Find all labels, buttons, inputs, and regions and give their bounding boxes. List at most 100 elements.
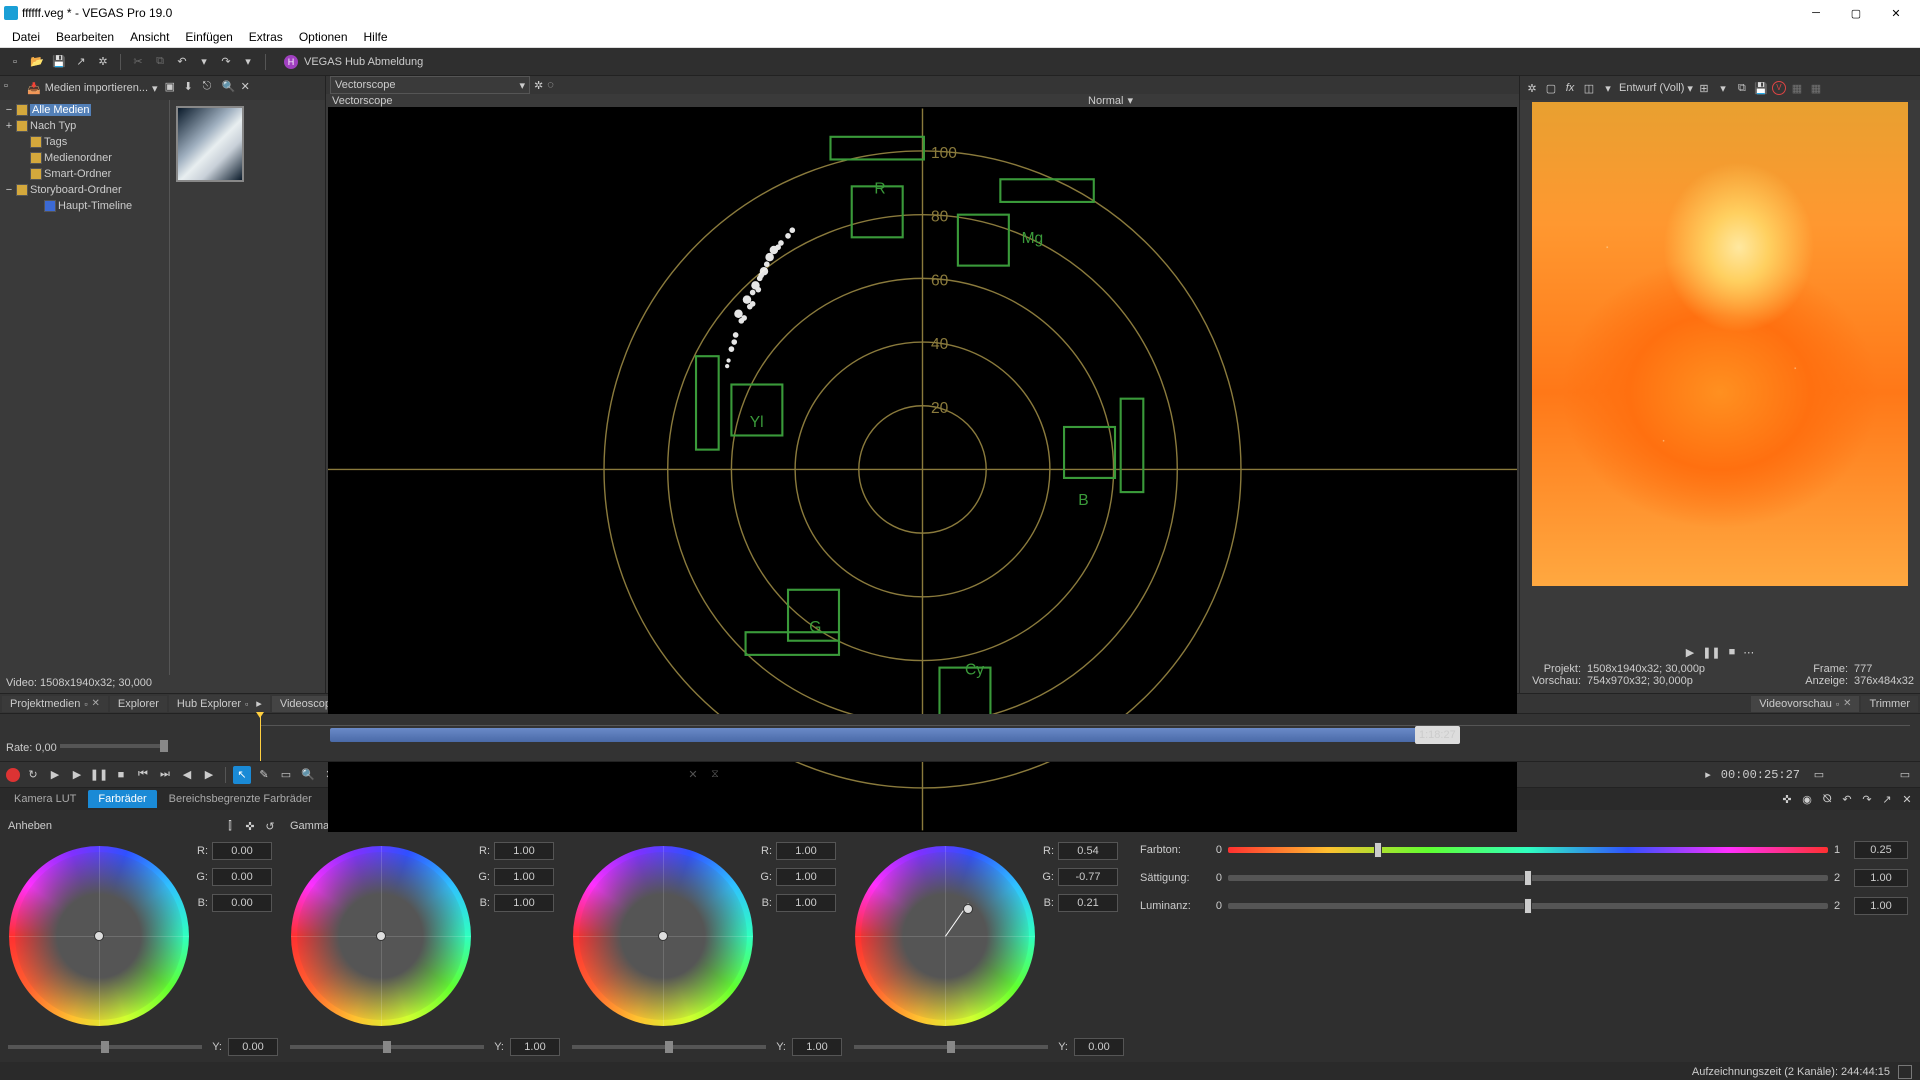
wheel-handle[interactable]: [94, 931, 104, 941]
tree-item-haupt-timeline[interactable]: Haupt-Timeline: [2, 198, 167, 214]
scope-settings-icon[interactable]: ✲: [534, 79, 543, 92]
preview-fx-icon[interactable]: fx: [1562, 80, 1578, 96]
wheel-handle[interactable]: [658, 931, 668, 941]
tab-bereichsbegrenzte[interactable]: Bereichsbegrenzte Farbräder: [159, 790, 322, 808]
cut-icon[interactable]: ✂: [129, 53, 147, 71]
pin-icon[interactable]: ▫: [245, 699, 248, 709]
timeline-playhead[interactable]: [260, 714, 261, 761]
hsl-value[interactable]: 1.00: [1854, 897, 1908, 915]
preview-split-icon[interactable]: ◫: [1581, 80, 1597, 96]
timeline-strip[interactable]: 1:18:27 Rate: 0,00: [0, 714, 1920, 762]
expander-icon[interactable]: −: [4, 104, 14, 116]
next-frame-button[interactable]: ▶: [200, 766, 218, 784]
maximize-button[interactable]: ▢: [1836, 0, 1876, 26]
tree-item-storyboard-ordner[interactable]: − Storyboard-Ordner: [2, 182, 167, 198]
redo-icon[interactable]: ↷: [217, 53, 235, 71]
y-slider[interactable]: [854, 1045, 1048, 1049]
timeline-clip[interactable]: [330, 728, 1420, 742]
status-box-icon[interactable]: [1898, 1065, 1912, 1079]
color-wheel[interactable]: [573, 846, 753, 1026]
tree-item-tags[interactable]: Tags: [2, 134, 167, 150]
menu-extras[interactable]: Extras: [241, 28, 291, 46]
pause-button[interactable]: ❚❚: [1702, 646, 1720, 659]
y-value[interactable]: 1.00: [510, 1038, 560, 1056]
more-button[interactable]: ⋯: [1743, 646, 1754, 659]
maximize-track-icon[interactable]: ▭: [1896, 766, 1914, 784]
tab-videovorschau[interactable]: Videovorschau▫✕: [1751, 696, 1859, 712]
grading-close-icon[interactable]: ✕: [1898, 790, 1916, 808]
b-value[interactable]: 1.00: [494, 894, 554, 912]
preview-external-icon[interactable]: ▢: [1543, 80, 1559, 96]
grading-export-icon[interactable]: ↗: [1878, 790, 1896, 808]
media-preview-icon[interactable]: ▫: [4, 80, 20, 96]
normal-edit-tool[interactable]: ↖: [233, 766, 251, 784]
tab-farbraeder[interactable]: Farbräder: [88, 790, 156, 808]
r-value[interactable]: 0.54: [1058, 842, 1118, 860]
b-value[interactable]: 1.00: [776, 894, 836, 912]
stop-button[interactable]: ■: [1729, 646, 1736, 658]
close-button[interactable]: ✕: [1876, 0, 1916, 26]
pin-icon[interactable]: ▫: [1836, 699, 1839, 709]
preview-image[interactable]: [1532, 102, 1908, 586]
tab-trimmer[interactable]: Trimmer: [1861, 696, 1918, 712]
expander-icon[interactable]: −: [4, 184, 14, 196]
rate-slider-thumb[interactable]: [160, 740, 168, 752]
capture-icon[interactable]: ▣: [165, 80, 181, 96]
grading-picker-icon[interactable]: ✜: [1778, 790, 1796, 808]
grading-undo-icon[interactable]: ↶: [1838, 790, 1856, 808]
slider-thumb[interactable]: [1524, 898, 1532, 914]
tree-item-nach-typ[interactable]: + Nach Typ: [2, 118, 167, 134]
color-wheel[interactable]: [9, 846, 189, 1026]
record-button[interactable]: [6, 768, 20, 782]
prev-frame-button[interactable]: ◀: [178, 766, 196, 784]
close-icon[interactable]: ✕: [92, 698, 100, 709]
selection-tool[interactable]: ▭: [277, 766, 295, 784]
timecode-mode-icon[interactable]: ▭: [1810, 766, 1828, 784]
hsl-slider-sat[interactable]: [1228, 875, 1828, 881]
rate-slider[interactable]: [60, 744, 160, 748]
preview-more-icon[interactable]: ▦: [1789, 80, 1805, 96]
close-search-icon[interactable]: ✕: [241, 80, 257, 96]
overlay-grid-icon[interactable]: ⊞: [1696, 80, 1712, 96]
preview-more2-icon[interactable]: ▦: [1808, 80, 1824, 96]
media-thumbnail[interactable]: [176, 106, 244, 182]
properties-icon[interactable]: ✲: [94, 53, 112, 71]
minimize-button[interactable]: ─: [1796, 0, 1836, 26]
stop-button[interactable]: ■: [112, 766, 130, 784]
r-value[interactable]: 0.00: [212, 842, 272, 860]
close-icon[interactable]: ✕: [1843, 698, 1851, 709]
hsl-slider-hue[interactable]: [1228, 847, 1828, 853]
go-end-button[interactable]: ⏭: [156, 766, 174, 784]
r-value[interactable]: 1.00: [494, 842, 554, 860]
wheel-picker-icon[interactable]: ✜: [242, 818, 258, 834]
undo-icon[interactable]: ↶: [173, 53, 191, 71]
grading-redo-icon[interactable]: ↷: [1858, 790, 1876, 808]
chevron-down-icon[interactable]: ▾: [195, 53, 213, 71]
tab-explorer[interactable]: Explorer: [110, 696, 167, 712]
timeline-ruler[interactable]: [260, 716, 1910, 726]
b-value[interactable]: 0.00: [212, 894, 272, 912]
pin-icon[interactable]: ▫: [84, 699, 87, 709]
loop-button[interactable]: ↻: [24, 766, 42, 784]
g-value[interactable]: -0.77: [1058, 868, 1118, 886]
hsl-value[interactable]: 0.25: [1854, 841, 1908, 859]
menu-einfuegen[interactable]: Einfügen: [177, 28, 240, 46]
wheel-reset-icon[interactable]: ↺: [262, 818, 278, 834]
hub-status[interactable]: H VEGAS Hub Abmeldung: [284, 55, 423, 69]
slider-thumb[interactable]: [1524, 870, 1532, 886]
y-slider[interactable]: [8, 1045, 202, 1049]
autocross-icon[interactable]: ⧖: [706, 766, 724, 784]
slider-thumb[interactable]: [665, 1041, 673, 1053]
y-value[interactable]: 0.00: [1074, 1038, 1124, 1056]
color-wheel[interactable]: [855, 846, 1035, 1026]
chevron-down-icon[interactable]: ▾: [1600, 80, 1616, 96]
preview-vscope-icon[interactable]: V: [1772, 81, 1786, 95]
chevron-down-icon[interactable]: ▾: [239, 53, 257, 71]
snapshot-copy-icon[interactable]: ⧉: [1734, 80, 1750, 96]
menu-ansicht[interactable]: Ansicht: [122, 28, 177, 46]
grading-bypass-icon[interactable]: ⦰: [1818, 790, 1836, 808]
wheel-handle[interactable]: [376, 931, 386, 941]
preview-quality-dropdown[interactable]: Entwurf (Voll) ▾: [1619, 82, 1693, 95]
chevron-right-icon[interactable]: ▸: [256, 697, 262, 710]
g-value[interactable]: 1.00: [494, 868, 554, 886]
